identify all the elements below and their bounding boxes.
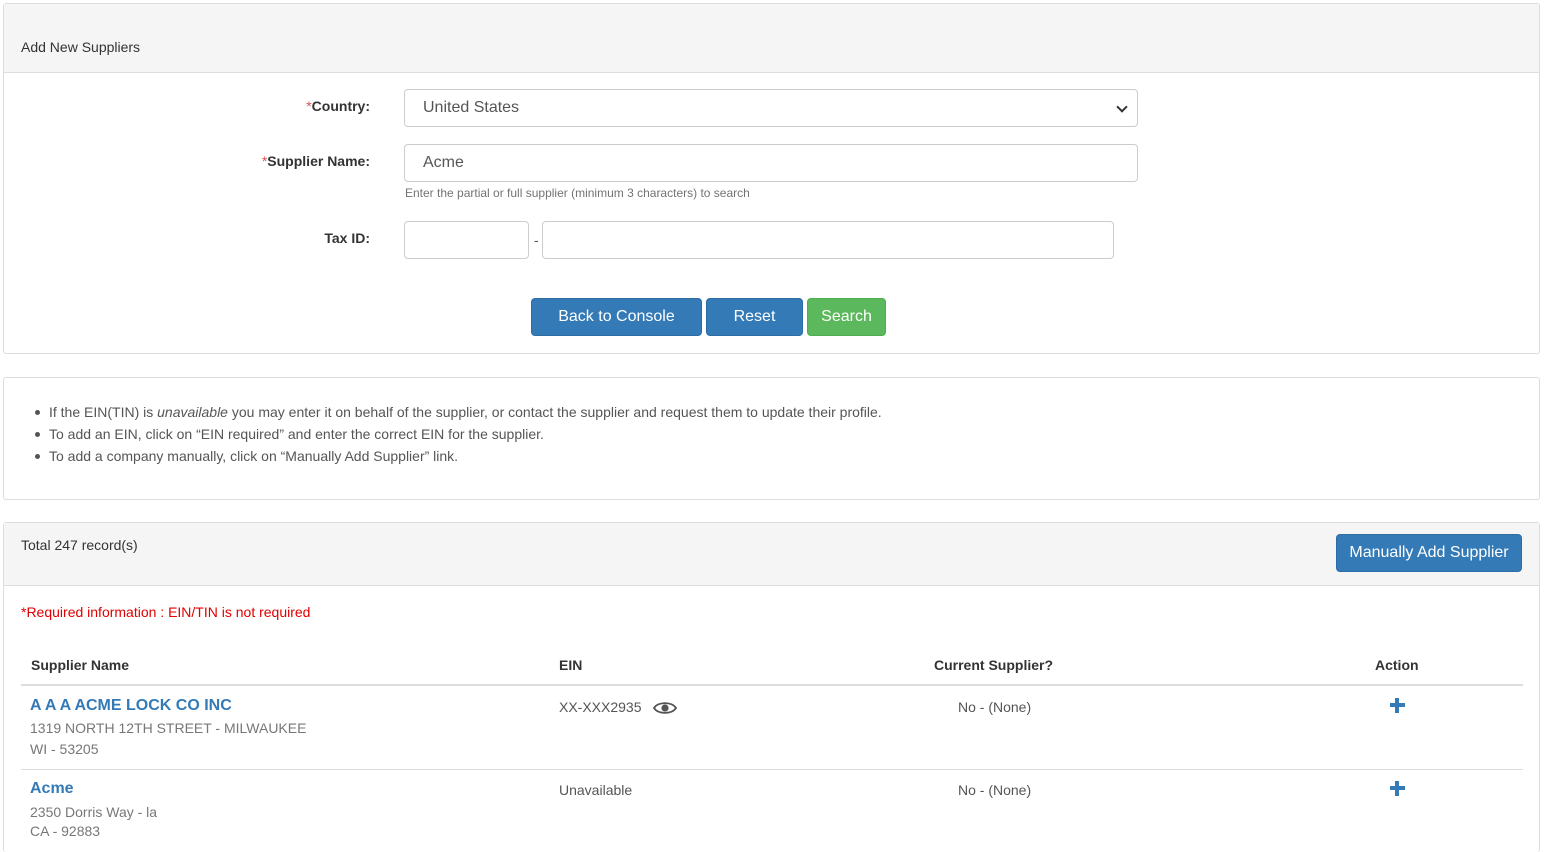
results-panel: Total 247 record(s) Manually Add Supplie… [3, 522, 1540, 852]
info-item-manual-add: To add a company manually, click on “Man… [35, 445, 882, 467]
column-header-action: Action [1375, 657, 1419, 673]
add-suppliers-panel: Add New Suppliers *Country: United State… [3, 3, 1540, 354]
search-button[interactable]: Search [807, 298, 886, 336]
panel-title: Add New Suppliers [21, 39, 141, 55]
supplier-name-help: Enter the partial or full supplier (mini… [405, 186, 750, 200]
eye-icon[interactable] [653, 700, 677, 716]
supplier-name-input[interactable]: Acme [404, 144, 1138, 182]
panel-heading: Add New Suppliers [4, 4, 1539, 73]
back-to-console-button[interactable]: Back to Console [531, 298, 702, 336]
supplier-address-line1: 2350 Dorris Way - la [30, 804, 158, 820]
column-header-supplier-name: Supplier Name [31, 657, 130, 673]
ein-value: Unavailable [559, 782, 633, 798]
manually-add-supplier-button[interactable]: Manually Add Supplier [1336, 534, 1522, 572]
results-heading: Total 247 record(s) Manually Add Supplie… [4, 523, 1539, 586]
total-records: Total 247 record(s) [21, 537, 138, 553]
reset-button[interactable]: Reset [706, 298, 803, 336]
info-item-ein-unavailable: If the EIN(TIN) is unavailable you may e… [35, 401, 882, 423]
supplier-name-link[interactable]: Acme [30, 780, 74, 798]
chevron-down-icon [1116, 101, 1128, 113]
info-item-add-ein: To add an EIN, click on “EIN required” a… [35, 423, 882, 445]
ein-value: XX-XXX2935 [559, 699, 642, 715]
current-supplier-value: No - (None) [958, 782, 1032, 798]
column-header-ein: EIN [559, 657, 583, 673]
column-header-current-supplier: Current Supplier? [934, 657, 1054, 673]
row-divider [21, 769, 1523, 770]
tax-id-label: Tax ID: [324, 230, 370, 246]
tax-id-separator: - [534, 232, 539, 248]
country-label: *Country: [306, 98, 370, 114]
required-info-text: *Required information : EIN/TIN is not r… [21, 604, 311, 620]
table-header-divider [21, 684, 1523, 686]
add-supplier-plus-icon[interactable] [1390, 781, 1405, 796]
current-supplier-value: No - (None) [958, 699, 1032, 715]
supplier-name-link[interactable]: A A A ACME LOCK CO INC [30, 697, 232, 715]
add-supplier-plus-icon[interactable] [1390, 698, 1405, 713]
supplier-address-line2: WI - 53205 [30, 741, 99, 757]
supplier-address-line1: 1319 NORTH 12TH STREET - MILWAUKEE [30, 720, 307, 736]
info-list: If the EIN(TIN) is unavailable you may e… [35, 401, 882, 467]
tax-id-suffix-input[interactable] [542, 221, 1114, 259]
tax-id-prefix-input[interactable] [404, 221, 529, 259]
supplier-name-label: *Supplier Name: [261, 153, 370, 169]
country-select[interactable]: United States [404, 89, 1138, 127]
info-panel: If the EIN(TIN) is unavailable you may e… [3, 377, 1540, 500]
